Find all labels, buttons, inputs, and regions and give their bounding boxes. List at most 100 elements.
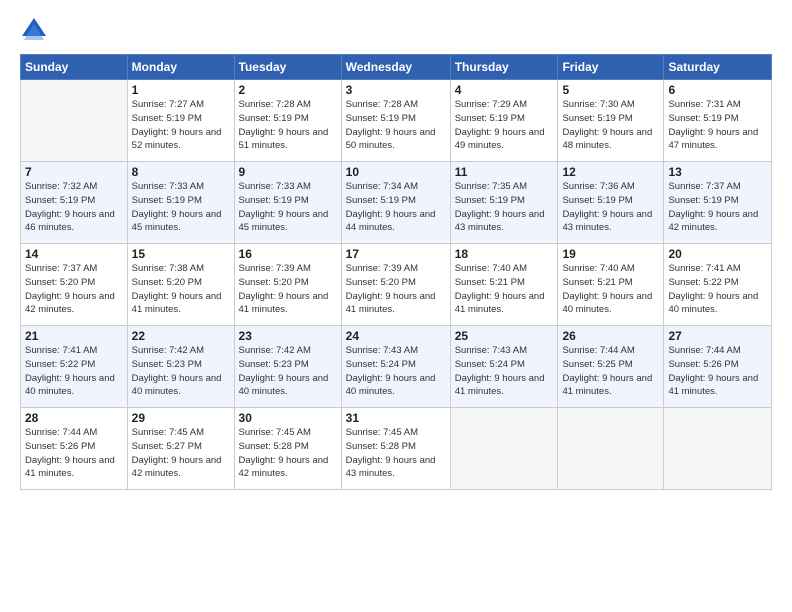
day-info: Sunrise: 7:37 AMSunset: 5:20 PMDaylight:…: [25, 262, 123, 317]
calendar-cell: 23Sunrise: 7:42 AMSunset: 5:23 PMDayligh…: [234, 326, 341, 408]
calendar-cell: 1Sunrise: 7:27 AMSunset: 5:19 PMDaylight…: [127, 80, 234, 162]
calendar-cell: 4Sunrise: 7:29 AMSunset: 5:19 PMDaylight…: [450, 80, 558, 162]
day-info: Sunrise: 7:33 AMSunset: 5:19 PMDaylight:…: [132, 180, 230, 235]
calendar-cell: [558, 408, 664, 490]
day-info: Sunrise: 7:32 AMSunset: 5:19 PMDaylight:…: [25, 180, 123, 235]
calendar-cell: 28Sunrise: 7:44 AMSunset: 5:26 PMDayligh…: [21, 408, 128, 490]
day-info: Sunrise: 7:29 AMSunset: 5:19 PMDaylight:…: [455, 98, 554, 153]
calendar-cell: 5Sunrise: 7:30 AMSunset: 5:19 PMDaylight…: [558, 80, 664, 162]
day-info: Sunrise: 7:41 AMSunset: 5:22 PMDaylight:…: [25, 344, 123, 399]
calendar-week-row: 1Sunrise: 7:27 AMSunset: 5:19 PMDaylight…: [21, 80, 772, 162]
day-info: Sunrise: 7:38 AMSunset: 5:20 PMDaylight:…: [132, 262, 230, 317]
logo-icon: [20, 16, 48, 44]
calendar-cell: 2Sunrise: 7:28 AMSunset: 5:19 PMDaylight…: [234, 80, 341, 162]
day-number: 10: [346, 165, 446, 179]
calendar-cell: 25Sunrise: 7:43 AMSunset: 5:24 PMDayligh…: [450, 326, 558, 408]
day-info: Sunrise: 7:43 AMSunset: 5:24 PMDaylight:…: [455, 344, 554, 399]
calendar-cell: [21, 80, 128, 162]
calendar-week-row: 21Sunrise: 7:41 AMSunset: 5:22 PMDayligh…: [21, 326, 772, 408]
day-info: Sunrise: 7:37 AMSunset: 5:19 PMDaylight:…: [668, 180, 767, 235]
day-info: Sunrise: 7:31 AMSunset: 5:19 PMDaylight:…: [668, 98, 767, 153]
day-info: Sunrise: 7:28 AMSunset: 5:19 PMDaylight:…: [346, 98, 446, 153]
calendar-cell: 16Sunrise: 7:39 AMSunset: 5:20 PMDayligh…: [234, 244, 341, 326]
day-number: 12: [562, 165, 659, 179]
calendar-cell: 29Sunrise: 7:45 AMSunset: 5:27 PMDayligh…: [127, 408, 234, 490]
day-info: Sunrise: 7:45 AMSunset: 5:28 PMDaylight:…: [239, 426, 337, 481]
calendar-cell: 9Sunrise: 7:33 AMSunset: 5:19 PMDaylight…: [234, 162, 341, 244]
day-number: 15: [132, 247, 230, 261]
day-number: 6: [668, 83, 767, 97]
day-info: Sunrise: 7:33 AMSunset: 5:19 PMDaylight:…: [239, 180, 337, 235]
day-number: 25: [455, 329, 554, 343]
calendar-cell: 17Sunrise: 7:39 AMSunset: 5:20 PMDayligh…: [341, 244, 450, 326]
day-info: Sunrise: 7:45 AMSunset: 5:28 PMDaylight:…: [346, 426, 446, 481]
day-number: 31: [346, 411, 446, 425]
calendar-cell: 8Sunrise: 7:33 AMSunset: 5:19 PMDaylight…: [127, 162, 234, 244]
calendar-cell: 26Sunrise: 7:44 AMSunset: 5:25 PMDayligh…: [558, 326, 664, 408]
calendar-table: SundayMondayTuesdayWednesdayThursdayFrid…: [20, 54, 772, 490]
day-number: 29: [132, 411, 230, 425]
day-number: 23: [239, 329, 337, 343]
day-header-sunday: Sunday: [21, 55, 128, 80]
day-number: 14: [25, 247, 123, 261]
day-info: Sunrise: 7:45 AMSunset: 5:27 PMDaylight:…: [132, 426, 230, 481]
day-info: Sunrise: 7:28 AMSunset: 5:19 PMDaylight:…: [239, 98, 337, 153]
day-info: Sunrise: 7:41 AMSunset: 5:22 PMDaylight:…: [668, 262, 767, 317]
day-info: Sunrise: 7:40 AMSunset: 5:21 PMDaylight:…: [455, 262, 554, 317]
calendar-cell: 6Sunrise: 7:31 AMSunset: 5:19 PMDaylight…: [664, 80, 772, 162]
day-number: 26: [562, 329, 659, 343]
calendar-cell: 13Sunrise: 7:37 AMSunset: 5:19 PMDayligh…: [664, 162, 772, 244]
calendar-cell: [664, 408, 772, 490]
logo: [20, 16, 52, 44]
day-info: Sunrise: 7:27 AMSunset: 5:19 PMDaylight:…: [132, 98, 230, 153]
day-number: 3: [346, 83, 446, 97]
day-number: 18: [455, 247, 554, 261]
day-header-friday: Friday: [558, 55, 664, 80]
calendar-cell: [450, 408, 558, 490]
day-number: 22: [132, 329, 230, 343]
day-info: Sunrise: 7:36 AMSunset: 5:19 PMDaylight:…: [562, 180, 659, 235]
day-number: 4: [455, 83, 554, 97]
day-header-wednesday: Wednesday: [341, 55, 450, 80]
day-number: 24: [346, 329, 446, 343]
day-number: 16: [239, 247, 337, 261]
calendar-cell: 19Sunrise: 7:40 AMSunset: 5:21 PMDayligh…: [558, 244, 664, 326]
day-header-monday: Monday: [127, 55, 234, 80]
day-info: Sunrise: 7:43 AMSunset: 5:24 PMDaylight:…: [346, 344, 446, 399]
day-number: 2: [239, 83, 337, 97]
calendar-cell: 20Sunrise: 7:41 AMSunset: 5:22 PMDayligh…: [664, 244, 772, 326]
day-info: Sunrise: 7:39 AMSunset: 5:20 PMDaylight:…: [346, 262, 446, 317]
day-number: 13: [668, 165, 767, 179]
day-number: 1: [132, 83, 230, 97]
calendar-cell: 18Sunrise: 7:40 AMSunset: 5:21 PMDayligh…: [450, 244, 558, 326]
calendar-cell: 31Sunrise: 7:45 AMSunset: 5:28 PMDayligh…: [341, 408, 450, 490]
calendar-cell: 15Sunrise: 7:38 AMSunset: 5:20 PMDayligh…: [127, 244, 234, 326]
day-number: 9: [239, 165, 337, 179]
day-number: 19: [562, 247, 659, 261]
calendar-cell: 11Sunrise: 7:35 AMSunset: 5:19 PMDayligh…: [450, 162, 558, 244]
day-info: Sunrise: 7:44 AMSunset: 5:26 PMDaylight:…: [668, 344, 767, 399]
calendar-week-row: 7Sunrise: 7:32 AMSunset: 5:19 PMDaylight…: [21, 162, 772, 244]
calendar-cell: 3Sunrise: 7:28 AMSunset: 5:19 PMDaylight…: [341, 80, 450, 162]
day-number: 30: [239, 411, 337, 425]
day-number: 8: [132, 165, 230, 179]
calendar-cell: 12Sunrise: 7:36 AMSunset: 5:19 PMDayligh…: [558, 162, 664, 244]
day-number: 27: [668, 329, 767, 343]
day-header-thursday: Thursday: [450, 55, 558, 80]
day-number: 5: [562, 83, 659, 97]
header: [20, 16, 772, 44]
calendar-cell: 22Sunrise: 7:42 AMSunset: 5:23 PMDayligh…: [127, 326, 234, 408]
day-header-tuesday: Tuesday: [234, 55, 341, 80]
calendar-cell: 30Sunrise: 7:45 AMSunset: 5:28 PMDayligh…: [234, 408, 341, 490]
calendar-cell: 24Sunrise: 7:43 AMSunset: 5:24 PMDayligh…: [341, 326, 450, 408]
day-number: 11: [455, 165, 554, 179]
day-number: 17: [346, 247, 446, 261]
calendar-week-row: 28Sunrise: 7:44 AMSunset: 5:26 PMDayligh…: [21, 408, 772, 490]
page: SundayMondayTuesdayWednesdayThursdayFrid…: [0, 0, 792, 612]
calendar-cell: 14Sunrise: 7:37 AMSunset: 5:20 PMDayligh…: [21, 244, 128, 326]
day-number: 21: [25, 329, 123, 343]
day-info: Sunrise: 7:42 AMSunset: 5:23 PMDaylight:…: [239, 344, 337, 399]
day-info: Sunrise: 7:39 AMSunset: 5:20 PMDaylight:…: [239, 262, 337, 317]
calendar-cell: 27Sunrise: 7:44 AMSunset: 5:26 PMDayligh…: [664, 326, 772, 408]
day-info: Sunrise: 7:30 AMSunset: 5:19 PMDaylight:…: [562, 98, 659, 153]
